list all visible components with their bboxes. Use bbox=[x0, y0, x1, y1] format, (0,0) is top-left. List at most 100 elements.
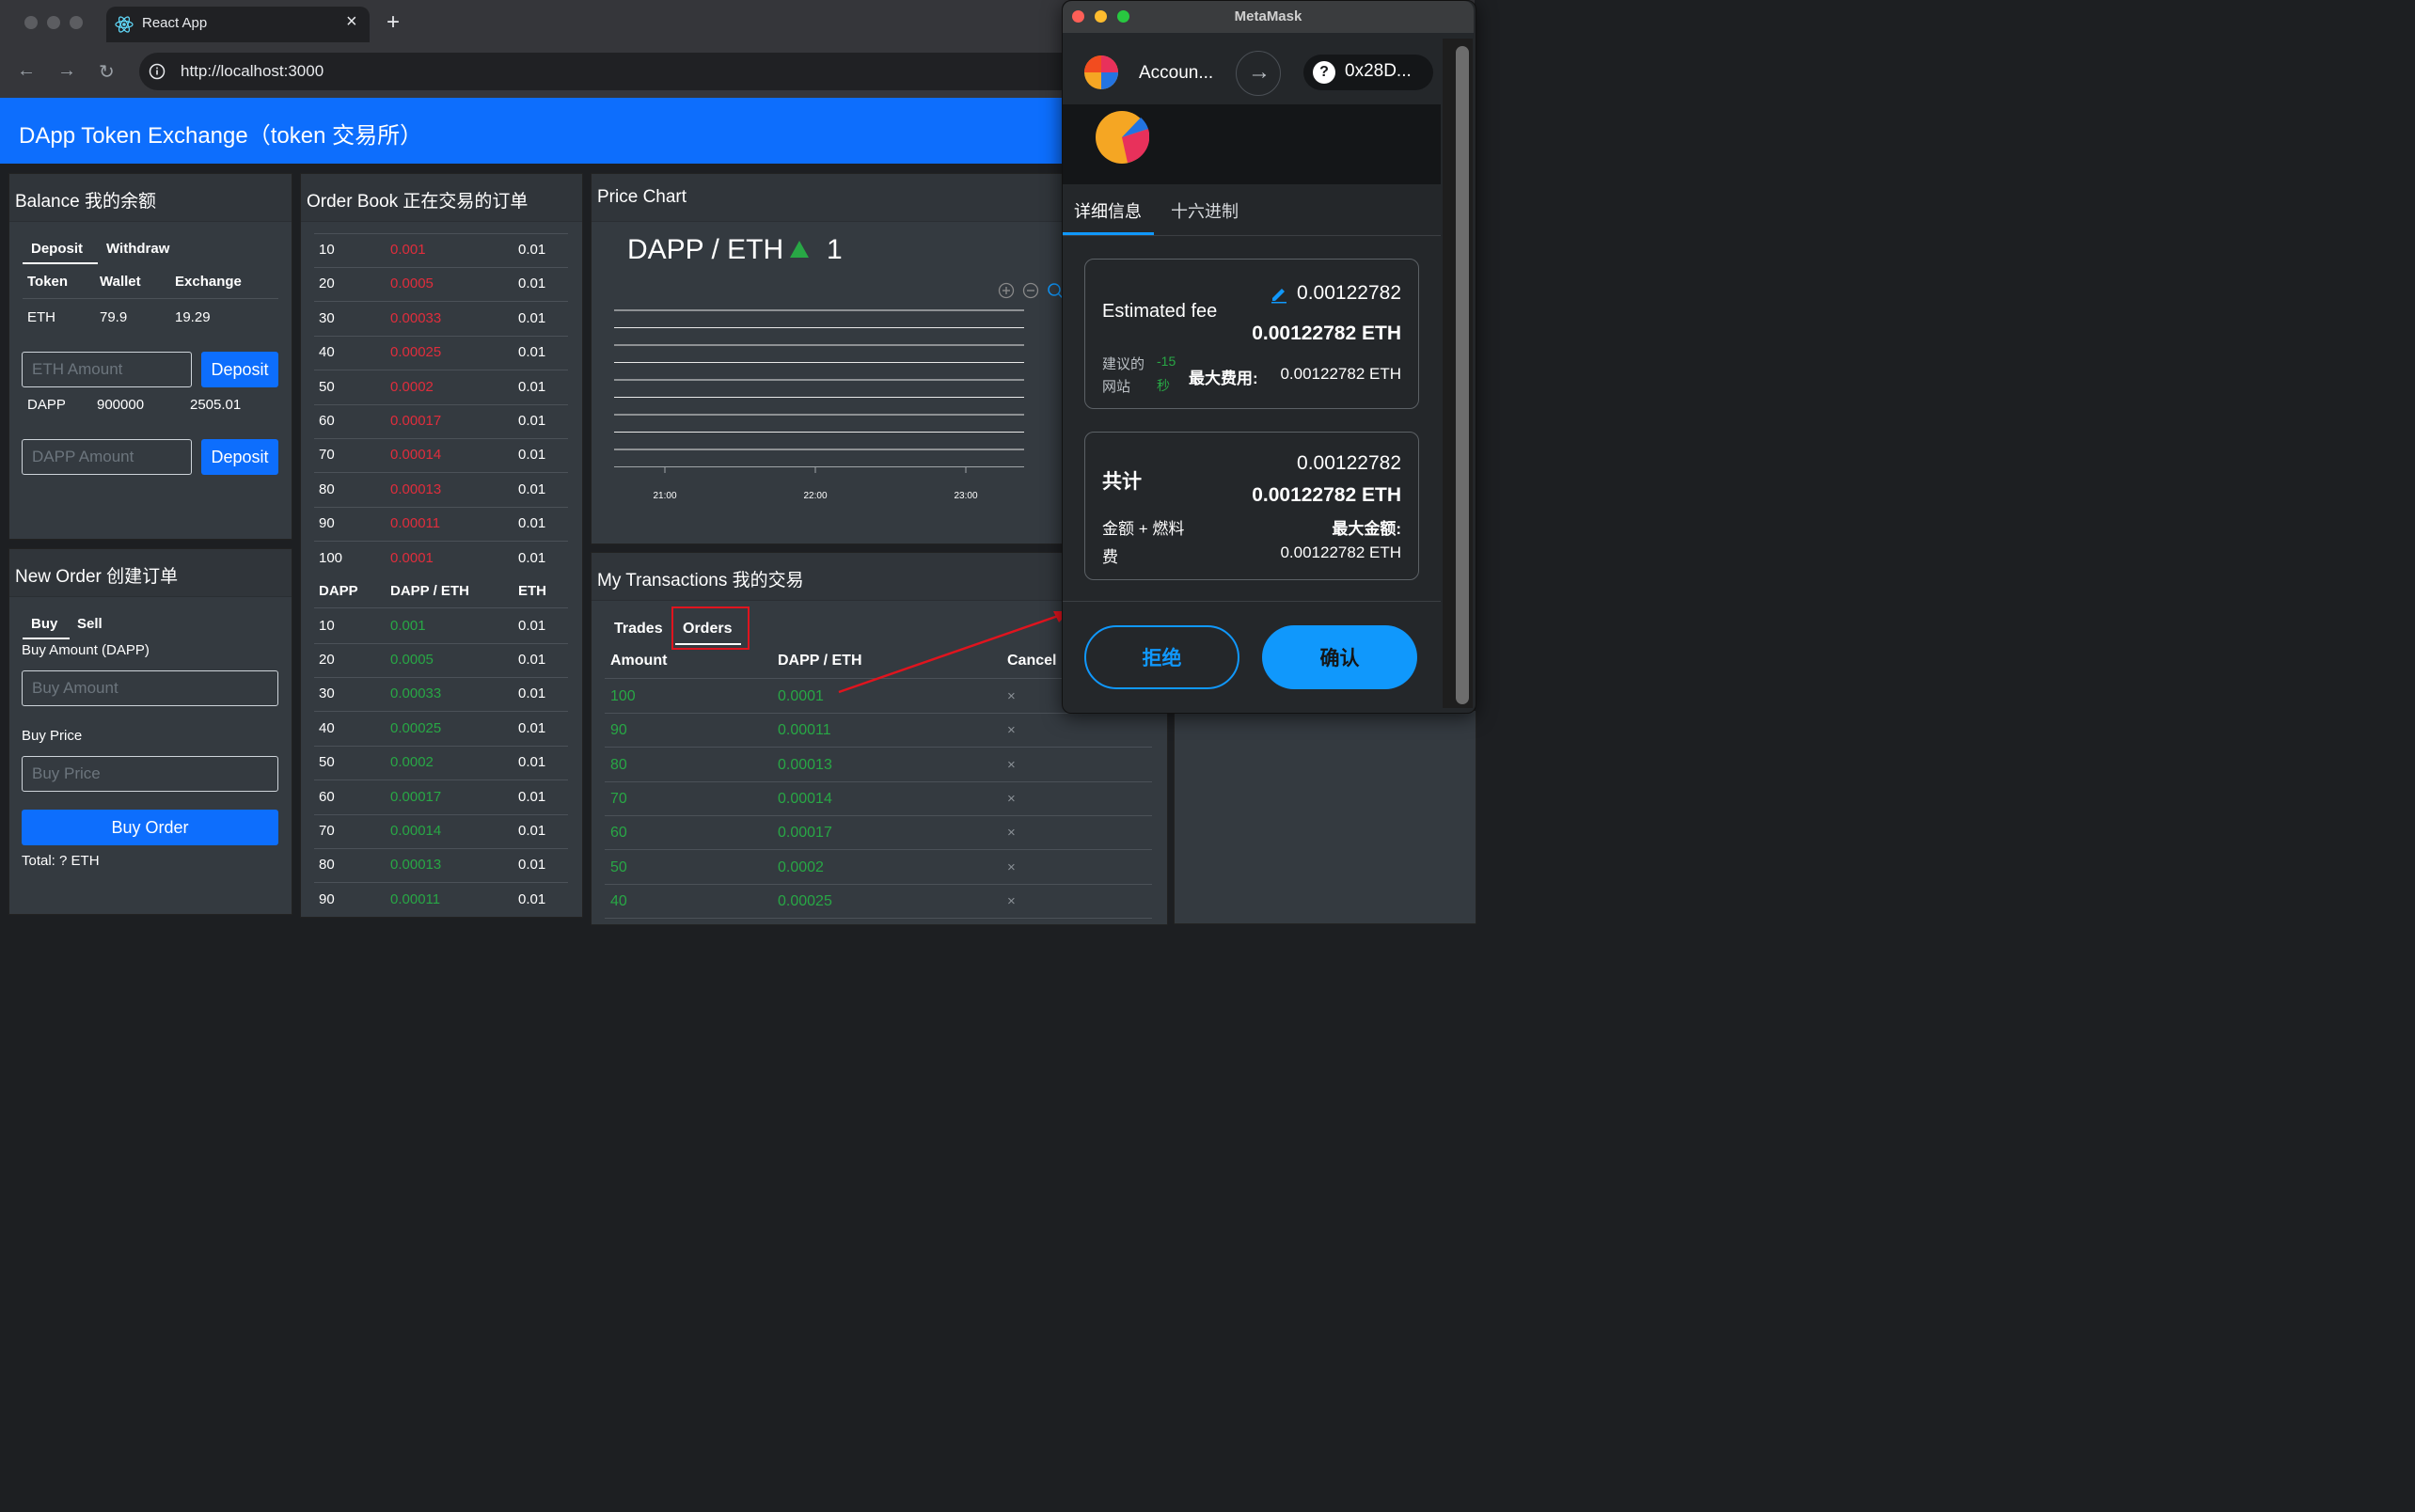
order-price: 0.00025 bbox=[390, 344, 442, 361]
order-amount: 20 bbox=[319, 276, 335, 292]
order-amount: 100 bbox=[319, 549, 343, 566]
back-arrow-icon[interactable]: ← bbox=[17, 60, 36, 82]
max-fee-label: 最大费用: bbox=[1189, 370, 1258, 387]
total-eth: 0.00122782 ETH bbox=[1252, 484, 1401, 506]
cancel-order-icon[interactable]: × bbox=[1007, 859, 1016, 875]
order-price: 0.0002 bbox=[390, 754, 434, 771]
order-price: 0.00017 bbox=[390, 788, 442, 805]
dapp-wallet-balance: 900000 bbox=[97, 397, 145, 413]
buy-price-label: Buy Price bbox=[22, 728, 83, 744]
order-price: 0.0001 bbox=[390, 549, 434, 566]
header-dapp-eth: DAPP / ETH bbox=[390, 583, 469, 599]
account-avatar-icon[interactable] bbox=[1083, 55, 1119, 90]
eth-amount-input[interactable] bbox=[22, 352, 192, 387]
confirm-button[interactable]: 确认 bbox=[1262, 625, 1417, 689]
tab-title: React App bbox=[142, 15, 208, 31]
metamask-title: MetaMask bbox=[1234, 8, 1302, 24]
buy-price-input[interactable] bbox=[22, 756, 278, 792]
reload-icon[interactable]: ↻ bbox=[99, 60, 115, 84]
price-chart-title: Price Chart bbox=[597, 187, 687, 207]
new-tab-icon[interactable]: + bbox=[387, 9, 400, 36]
browser-tab[interactable]: React App × bbox=[106, 7, 370, 42]
close-tab-icon[interactable]: × bbox=[346, 11, 357, 33]
account-name[interactable]: Accoun... bbox=[1139, 63, 1213, 84]
address-bar[interactable]: http://localhost:3000 bbox=[139, 53, 1080, 90]
tab-sell[interactable]: Sell bbox=[77, 616, 103, 632]
row-divider bbox=[314, 403, 568, 405]
order-price: 0.001 bbox=[390, 617, 426, 634]
order-book-card: Order Book 正在交易的订单 10 0.001 0.01 20 0.0005 0.… bbox=[300, 173, 583, 918]
account-bar: Accoun... → ? 0x28D... bbox=[1063, 43, 1441, 105]
row-divider bbox=[314, 745, 568, 747]
order-price: 0.00013 bbox=[390, 857, 442, 874]
pair-label: DAPP / ETH bbox=[627, 234, 784, 265]
order-eth: 0.01 bbox=[518, 822, 546, 839]
tab-buy[interactable]: Buy bbox=[31, 616, 57, 632]
order-amount: 70 bbox=[319, 447, 335, 464]
edit-pencil-icon[interactable] bbox=[1270, 285, 1288, 304]
reject-button[interactable]: 拒绝 bbox=[1084, 625, 1239, 689]
suggested-label: 建议的 bbox=[1102, 356, 1145, 372]
cancel-order-icon[interactable]: × bbox=[1007, 893, 1016, 909]
order-eth: 0.01 bbox=[518, 276, 546, 292]
order-amount: 80 bbox=[319, 857, 335, 874]
row-divider bbox=[314, 233, 568, 234]
time-estimate: -15 bbox=[1157, 354, 1176, 369]
active-tab-underline bbox=[23, 638, 70, 639]
row-divider bbox=[314, 847, 568, 849]
metamask-window: MetaMask Accoun... → ? 0x28D... 详细信息 十六进… bbox=[1062, 0, 1476, 714]
x-tick-label: 21:00 bbox=[653, 491, 676, 501]
zoom-out-icon[interactable] bbox=[1022, 282, 1039, 299]
site-label: 网站 bbox=[1102, 379, 1131, 395]
site-info-icon[interactable] bbox=[149, 63, 166, 80]
row-divider bbox=[314, 301, 568, 303]
order-amount: 70 bbox=[319, 822, 335, 839]
recipient-pill[interactable]: ? 0x28D... bbox=[1303, 55, 1433, 90]
balance-card-header: Balance 我的余额 bbox=[9, 174, 292, 222]
order-eth: 0.01 bbox=[518, 344, 546, 361]
order-eth: 0.01 bbox=[518, 857, 546, 874]
order-price: 0.0005 bbox=[390, 276, 434, 292]
scrollbar-thumb[interactable] bbox=[1456, 46, 1469, 704]
order-price: 0.00011 bbox=[390, 890, 441, 907]
fee-eth: 0.00122782 ETH bbox=[1252, 323, 1401, 344]
close-window-dot[interactable] bbox=[24, 16, 38, 29]
row-divider bbox=[605, 917, 1152, 919]
balance-card: Balance 我的余额 Deposit Withdraw Token Wall… bbox=[8, 173, 292, 540]
order-amount: 90 bbox=[319, 515, 335, 532]
row-divider bbox=[314, 506, 568, 508]
row-divider bbox=[605, 747, 1152, 748]
minimize-window-dot[interactable] bbox=[47, 16, 60, 29]
buy-amount-input[interactable] bbox=[22, 670, 278, 706]
eth-deposit-button[interactable]: Deposit bbox=[201, 352, 278, 387]
buy-order-button[interactable]: Buy Order bbox=[22, 810, 278, 845]
cancel-order-icon[interactable]: × bbox=[1007, 722, 1016, 738]
cancel-order-icon[interactable]: × bbox=[1007, 825, 1016, 841]
row-divider bbox=[314, 813, 568, 815]
my-order-price: 0.00014 bbox=[778, 790, 832, 807]
amount-gas-label: 金额 + 燃料 bbox=[1102, 520, 1185, 538]
order-price: 0.0002 bbox=[390, 378, 434, 395]
row-divider bbox=[314, 676, 568, 678]
row-divider bbox=[314, 267, 568, 268]
total-box: 共计 0.00122782 0.00122782 ETH 金额 + 燃料 费 最… bbox=[1084, 432, 1419, 580]
maximize-window-dot[interactable] bbox=[70, 16, 83, 29]
price-chart-plot: 21:00 22:00 23:00 bbox=[614, 309, 1024, 501]
tab-hex[interactable]: 十六进制 bbox=[1171, 198, 1239, 223]
my-order-price: 0.00011 bbox=[778, 722, 831, 739]
tab-withdraw[interactable]: Withdraw bbox=[106, 241, 169, 257]
dapp-deposit-button[interactable]: Deposit bbox=[201, 439, 278, 475]
cancel-order-icon[interactable]: × bbox=[1007, 757, 1016, 773]
forward-arrow-icon[interactable]: → bbox=[57, 60, 76, 82]
tab-details[interactable]: 详细信息 bbox=[1074, 198, 1142, 223]
balance-title: Balance 我的余额 bbox=[15, 192, 156, 212]
tab-deposit[interactable]: Deposit bbox=[31, 241, 83, 257]
background-card bbox=[1174, 711, 1476, 924]
dapp-amount-input[interactable] bbox=[22, 439, 192, 475]
order-amount: 40 bbox=[319, 344, 335, 361]
annotation-arrow bbox=[838, 611, 1070, 694]
cancel-order-icon[interactable]: × bbox=[1007, 791, 1016, 807]
zoom-in-icon[interactable] bbox=[998, 282, 1015, 299]
order-amount: 30 bbox=[319, 309, 335, 326]
amount-gas-label-cont: 费 bbox=[1102, 548, 1118, 566]
